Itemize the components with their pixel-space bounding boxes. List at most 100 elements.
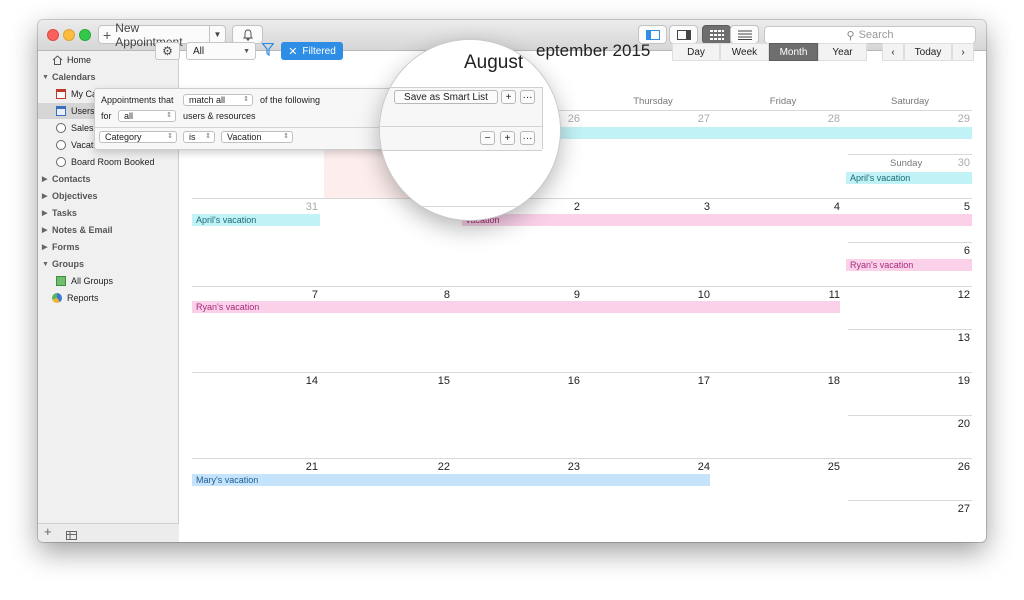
event-bar[interactable]: Mary's vacation [192,474,710,486]
toggle-inspector-button[interactable] [669,25,698,44]
add-rule-button[interactable]: + [500,131,515,145]
plus-icon: + [103,26,112,43]
day-number: 24 [697,461,710,473]
day-number: 13 [957,332,970,344]
value-select-value: Vacation [227,132,262,142]
day-number: 27 [697,113,710,125]
day-number: 31 [305,201,318,213]
day-number: 14 [305,375,318,387]
match-select[interactable]: match all ⇕ [183,94,253,106]
operator-select[interactable]: is ⇕ [183,131,215,143]
view-year-label: Year [832,46,853,58]
grid-icon [709,29,724,40]
day-number: 3 [703,201,710,213]
day-number: 26 [957,461,970,473]
view-day-button[interactable]: Day [672,43,720,61]
rule-options-button[interactable]: ··· [520,131,535,145]
day-number: 17 [697,375,710,387]
filter-funnel-icon[interactable] [261,42,275,59]
sidebar-section-contacts[interactable]: ▶ Contacts [38,171,179,187]
list-view-button[interactable] [730,25,759,44]
zoom-window-button[interactable] [79,29,91,41]
view-month-button[interactable]: Month [769,43,818,61]
stepper-icon: ⇕ [243,96,249,103]
search-placeholder: Search [858,29,894,41]
disclosure-closed-icon: ▶ [42,210,48,217]
sidebar-section-tasks[interactable]: ▶ Tasks [38,205,179,221]
disclosure-closed-icon: ▶ [42,176,48,183]
clock-icon [56,123,66,133]
chevron-left-icon: ‹ [891,46,895,58]
sidebar-section-objectives-label: Objectives [52,191,98,201]
day-number: 7 [311,289,318,301]
sidebar-footer: + [38,523,179,542]
day-number: 5 [963,201,970,213]
sidebar-item-board-room[interactable]: Board Room Booked [38,154,179,170]
sidebar-section-calendars-label: Calendars [52,72,96,82]
sidebar-item-users-label: Users [71,106,95,116]
search-icon: ⚲ [846,29,855,42]
settings-button[interactable]: ⚙ [155,42,180,60]
event-bar[interactable]: Ryan's vacation [846,259,972,271]
event-bar[interactable]: Ryan's vacation [192,301,840,313]
save-smart-list-button[interactable]: Save as Smart List [394,90,498,104]
field-select-value: Category [105,132,142,142]
calendar-icon [56,106,66,116]
filtered-button[interactable]: ✕ Filtered [281,42,343,60]
minimize-window-button[interactable] [63,29,75,41]
day-number: 8 [443,289,450,301]
sidebar-section-notes-email[interactable]: ▶ Notes & Email [38,222,179,238]
save-smart-list-label: Save as Smart List [404,91,488,103]
event-bar[interactable]: April's vacation [846,172,972,184]
sidebar-item-reports[interactable]: Reports [38,290,179,306]
add-icon[interactable]: + [44,524,52,539]
event-bar[interactable]: April's vacation [192,214,320,226]
view-week-label: Week [731,46,758,58]
table-icon[interactable] [66,528,77,542]
calendar-scope-select[interactable]: All ▼ [186,42,256,60]
sidebar-section-groups-label: Groups [52,259,85,269]
clock-icon [56,157,66,167]
for-label: for [101,111,112,121]
day-number: 6 [963,245,970,257]
sidebar-section-calendars[interactable]: ▼ Calendars [38,69,179,85]
appointments-that-label: Appointments that [101,95,174,105]
calendar-grid-view-button[interactable] [702,25,731,44]
day-number: 30 [957,157,970,169]
sidebar-item-all-groups[interactable]: All Groups [38,273,179,289]
close-window-button[interactable] [47,29,59,41]
filtered-label: Filtered [302,45,336,57]
add-condition-button[interactable]: + [501,90,516,104]
sidebar-section-groups[interactable]: ▼ Groups [38,256,179,272]
for-select[interactable]: all ⇕ [118,110,176,122]
day-number: 18 [827,375,840,387]
sidebar-right-icon [676,29,691,40]
day-number: 20 [957,418,970,430]
remove-rule-button[interactable]: − [480,131,495,145]
sidebar-section-objectives[interactable]: ▶ Objectives [38,188,179,204]
sidebar-item-board-room-label: Board Room Booked [71,157,155,167]
more-options-button[interactable]: ··· [520,90,535,104]
previous-button[interactable]: ‹ [882,43,904,61]
view-month-label: Month [779,46,808,58]
field-select[interactable]: Category ⇕ [99,131,177,143]
minus-icon: − [484,132,491,144]
today-button[interactable]: Today [904,43,952,61]
close-icon: ✕ [288,45,298,58]
day-number: 9 [573,289,580,301]
next-button[interactable]: › [952,43,974,61]
day-number: 25 [827,461,840,473]
value-select[interactable]: Vacation ⇕ [221,131,293,143]
sidebar-section-notes-email-label: Notes & Email [52,225,113,235]
sidebar-item-reports-label: Reports [67,293,99,303]
ellipsis-icon: ··· [522,91,533,103]
disclosure-open-icon: ▼ [42,73,49,81]
day-number: 29 [957,113,970,125]
sidebar-section-forms[interactable]: ▶ Forms [38,239,179,255]
sidebar-left-icon [645,29,660,40]
search-field[interactable]: ⚲ Search [764,26,976,44]
dayname-friday: Friday [769,96,797,107]
sidebar-section-tasks-label: Tasks [52,208,77,218]
view-week-button[interactable]: Week [720,43,769,61]
view-year-button[interactable]: Year [818,43,867,61]
